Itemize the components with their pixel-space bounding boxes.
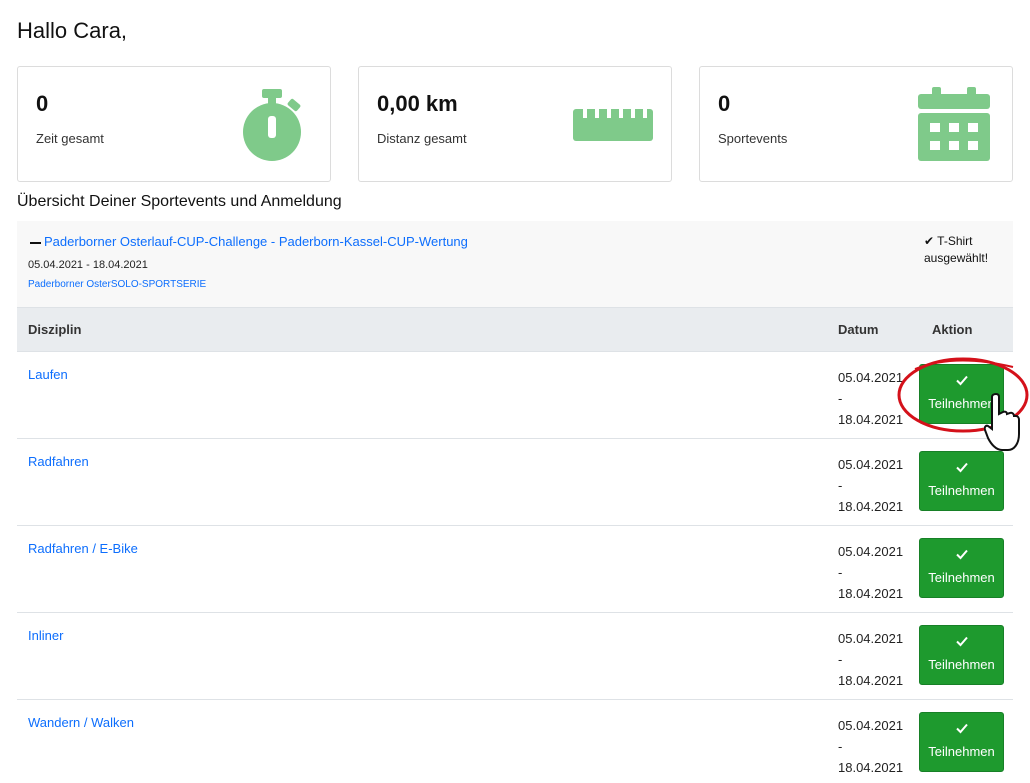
tshirt-status-line2: ausgewählt!	[924, 251, 989, 265]
checkmark-icon	[956, 462, 968, 473]
table-row: Inliner 05.04.2021 - 18.04.2021 Teilnehm…	[17, 613, 1013, 700]
discipline-link[interactable]: Inliner	[28, 628, 63, 643]
collapse-icon[interactable]	[30, 242, 41, 244]
checkmark-icon	[956, 723, 968, 734]
join-button[interactable]: Teilnehmen	[919, 538, 1004, 598]
event-header: Paderborner Osterlauf-CUP-Challenge - Pa…	[17, 221, 1013, 307]
discipline-link[interactable]: Radfahren	[28, 454, 89, 469]
date-range: 05.04.2021 - 18.04.2021	[838, 715, 903, 778]
column-header-disziplin: Disziplin	[28, 322, 82, 337]
stat-label: Zeit gesamt	[36, 131, 104, 146]
stat-label: Distanz gesamt	[377, 131, 467, 146]
date-from: 05.04.2021	[838, 718, 904, 733]
discipline-link[interactable]: Laufen	[28, 367, 68, 382]
join-button[interactable]: Teilnehmen	[919, 625, 1004, 685]
join-button[interactable]: Teilnehmen	[919, 451, 1004, 511]
table-row: Radfahren / E-Bike 05.04.2021 - 18.04.20…	[17, 526, 1013, 613]
stat-card-distance: 0,00 km Distanz gesamt	[358, 66, 672, 182]
join-button-label: Teilnehmen	[928, 570, 995, 585]
tshirt-status-line1: ✔ T-Shirt	[924, 234, 973, 248]
join-button[interactable]: Teilnehmen	[919, 712, 1004, 772]
join-button-label: Teilnehmen	[928, 744, 995, 759]
checkmark-icon	[956, 636, 968, 647]
table-row: Radfahren 05.04.2021 - 18.04.2021 Teilne…	[17, 439, 1013, 526]
event-dates: 05.04.2021 - 18.04.2021	[28, 259, 148, 271]
date-to: 18.04.2021	[838, 673, 904, 688]
date-to: 18.04.2021	[838, 586, 904, 601]
stat-label: Sportevents	[718, 131, 788, 146]
checkmark-icon	[956, 375, 968, 386]
date-from: 05.04.2021	[838, 457, 904, 472]
table-row: Wandern / Walken 05.04.2021 - 18.04.2021…	[17, 700, 1013, 783]
date-range: 05.04.2021 - 18.04.2021	[838, 541, 903, 604]
date-separator: -	[838, 565, 843, 580]
stat-value: 0	[718, 91, 731, 116]
date-range: 05.04.2021 - 18.04.2021	[838, 628, 903, 691]
checkmark-icon	[956, 549, 968, 560]
calendar-icon	[918, 87, 990, 161]
dashboard-page: Hallo Cara, 0 Zeit gesamt 0,00 km Distan…	[0, 0, 1030, 783]
event-title-link[interactable]: Paderborner Osterlauf-CUP-Challenge - Pa…	[44, 234, 468, 249]
stat-value: 0	[36, 91, 49, 116]
join-button-label: Teilnehmen	[928, 396, 995, 411]
ruler-icon	[573, 109, 653, 141]
column-header-datum: Datum	[838, 322, 879, 337]
stat-card-time: 0 Zeit gesamt	[17, 66, 331, 182]
join-button-label: Teilnehmen	[928, 483, 995, 498]
column-header-aktion: Aktion	[932, 322, 973, 337]
discipline-link[interactable]: Radfahren / E-Bike	[28, 541, 138, 556]
stat-value: 0,00 km	[377, 91, 458, 116]
join-button[interactable]: Teilnehmen	[919, 364, 1004, 424]
event-series-link[interactable]: Paderborner OsterSOLO-SPORTSERIE	[28, 279, 206, 290]
stopwatch-icon	[243, 89, 301, 161]
date-separator: -	[838, 652, 843, 667]
date-from: 05.04.2021	[838, 370, 904, 385]
date-separator: -	[838, 739, 843, 754]
date-from: 05.04.2021	[838, 544, 904, 559]
date-to: 18.04.2021	[838, 760, 904, 775]
section-title: Übersicht Deiner Sportevents und Anmeldu…	[17, 193, 342, 210]
stat-card-events: 0 Sportevents	[699, 66, 1013, 182]
greeting-heading: Hallo Cara,	[17, 18, 128, 43]
date-separator: -	[838, 478, 843, 493]
date-from: 05.04.2021	[838, 631, 904, 646]
discipline-link[interactable]: Wandern / Walken	[28, 715, 134, 730]
join-button-label: Teilnehmen	[928, 657, 995, 672]
date-to: 18.04.2021	[838, 412, 904, 427]
table-header: Disziplin Datum Aktion	[17, 307, 1013, 352]
tshirt-status: ✔ T-Shirt ausgewählt!	[924, 233, 1010, 267]
date-separator: -	[838, 391, 843, 406]
date-range: 05.04.2021 - 18.04.2021	[838, 367, 903, 430]
table-row: Laufen 05.04.2021 - 18.04.2021 Teilnehme…	[17, 352, 1013, 439]
date-to: 18.04.2021	[838, 499, 904, 514]
date-range: 05.04.2021 - 18.04.2021	[838, 454, 903, 517]
